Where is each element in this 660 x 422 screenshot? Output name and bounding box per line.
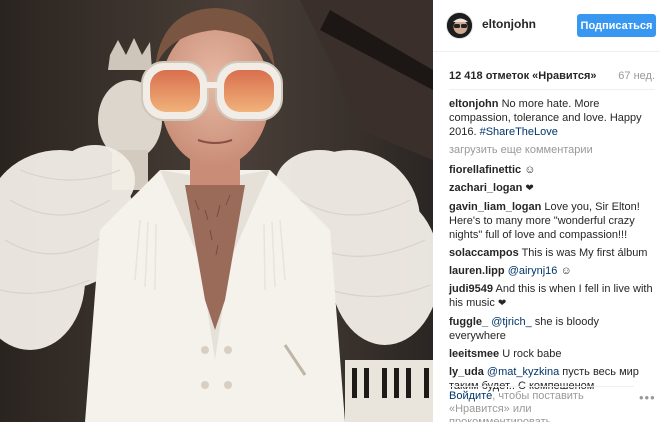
comment-username[interactable]: fuggle_ (449, 316, 488, 328)
likes-count[interactable]: 12 418 отметок «Нравится» (449, 70, 597, 82)
comment: leeitsmee U rock babe (449, 347, 655, 361)
hashtag-link[interactable]: #ShareTheLove (480, 126, 558, 138)
comment: fuggle_ @tjrich_ she is bloody everywher… (449, 315, 655, 343)
mention-link[interactable]: @airynj16 (508, 265, 558, 277)
ellipsis-icon[interactable]: ••• (639, 390, 656, 405)
comment-username[interactable]: solaccampos (449, 247, 519, 259)
heart-emoji-icon: ❤ (525, 183, 534, 194)
comment-username[interactable]: zachari_logan (449, 182, 522, 194)
post-age[interactable]: 67 нед. (618, 70, 655, 82)
load-more-comments[interactable]: загрузить еще комментарии (449, 143, 655, 157)
avatar[interactable] (446, 12, 473, 39)
login-prompt: Войдите, чтобы поставить «Нравится» или … (449, 386, 634, 422)
mention-link[interactable]: @tjrich_ (491, 316, 532, 328)
likes-row: 12 418 отметок «Нравится» 67 нед. (449, 60, 655, 90)
comments-list: eltonjohn No more hate. More compassion,… (449, 97, 655, 397)
follow-button[interactable]: Подписаться (577, 14, 656, 37)
avatar-image (447, 13, 472, 38)
photo-illustration (0, 0, 433, 422)
comment-username[interactable]: judi9549 (449, 283, 493, 295)
post-side-panel: eltonjohn Подписаться 12 418 отметок «Нр… (433, 0, 660, 422)
smile-emoji-icon: ☺ (524, 164, 536, 176)
mention-link[interactable]: @mat_kyzkina (487, 366, 559, 378)
caption: eltonjohn No more hate. More compassion,… (449, 97, 655, 139)
comment: gavin_liam_logan Love you, Sir Elton! He… (449, 200, 655, 242)
comment-username[interactable]: ly_uda (449, 366, 484, 378)
post-header: eltonjohn Подписаться (433, 0, 660, 52)
login-link[interactable]: Войдите (449, 390, 492, 402)
username-link[interactable]: eltonjohn (482, 17, 536, 31)
caption-username[interactable]: eltonjohn (449, 98, 499, 110)
comment: judi9549 And this is when I fell in live… (449, 282, 655, 311)
comment-username[interactable]: leeitsmee (449, 348, 499, 360)
comment-username[interactable]: gavin_liam_logan (449, 201, 541, 213)
comment: zachari_logan ❤ (449, 181, 655, 196)
comment-username[interactable]: fiorellafinettic (449, 164, 521, 176)
comment-text: U rock babe (502, 348, 562, 360)
comment-username[interactable]: lauren.lipp (449, 265, 505, 277)
heart-emoji-icon: ❤ (497, 298, 507, 309)
comment-text: This is was My first álbum (521, 247, 648, 259)
comment: lauren.lipp @airynj16 ☺ (449, 264, 655, 278)
post-photo[interactable] (0, 0, 433, 422)
smile-emoji-icon: ☺ (560, 265, 572, 277)
comment: fiorellafinettic ☺ (449, 163, 655, 177)
comment: solaccampos This is was My first álbum (449, 246, 655, 260)
